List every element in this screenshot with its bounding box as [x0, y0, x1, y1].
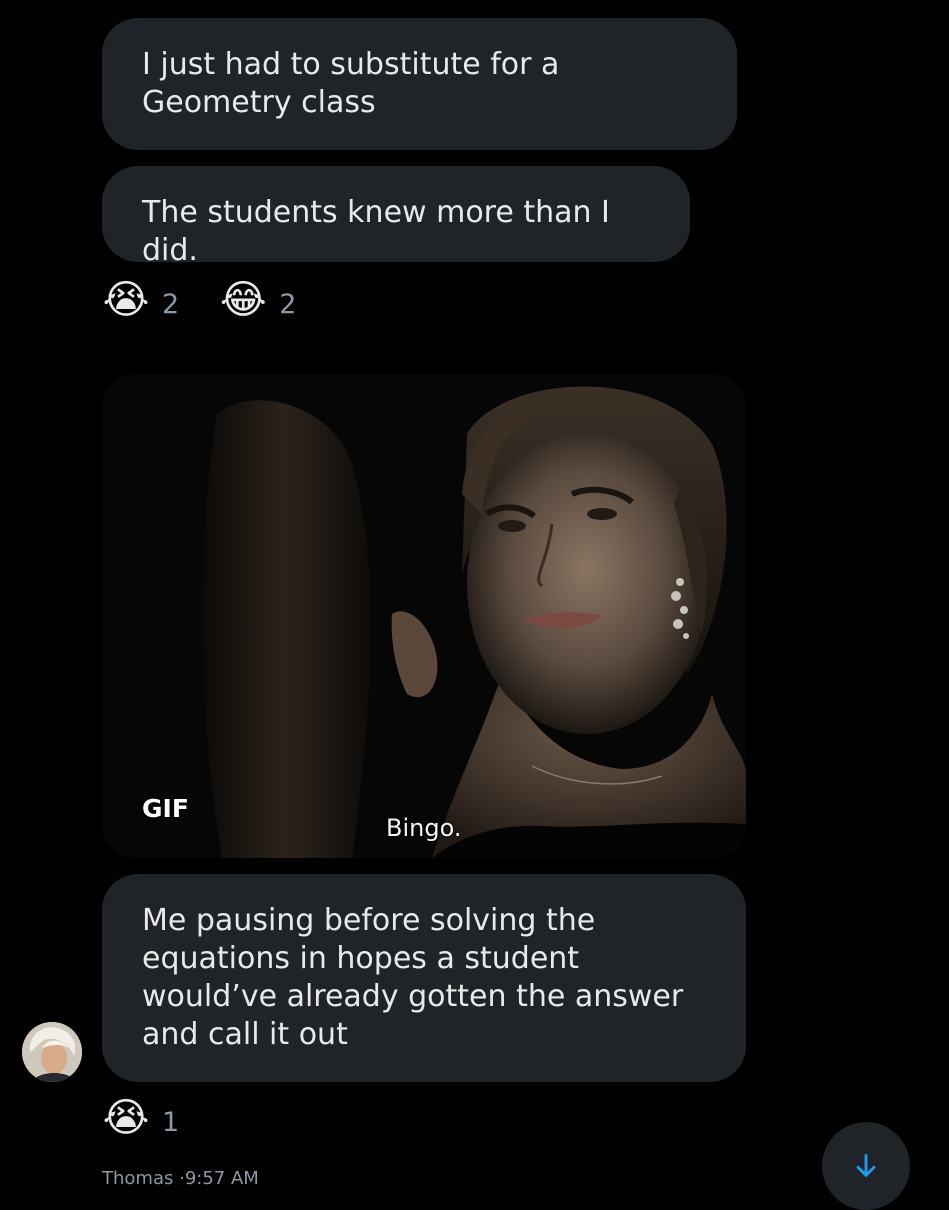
avatar-image — [22, 1022, 82, 1082]
message-bubble[interactable]: I just had to substitute for a Geometry … — [102, 18, 737, 150]
reactions-row: 😭 1 — [102, 1098, 219, 1146]
gif-frame-image — [102, 374, 746, 858]
timestamp: 9:57 AM — [184, 1168, 259, 1189]
reaction-crying[interactable]: 😭 2 — [102, 277, 180, 328]
reaction-count: 2 — [162, 288, 180, 320]
reaction-count: 1 — [162, 1106, 180, 1138]
message-bubble[interactable]: The students knew more than I did. — [102, 166, 690, 268]
arrow-down-icon — [856, 1153, 876, 1177]
gif-message[interactable]: GIF Bingo. — [102, 374, 746, 858]
message-text: The students knew more than I did. — [142, 195, 610, 268]
loudly-crying-face-icon: 😭 — [102, 277, 150, 323]
gif-caption: Bingo. — [386, 814, 462, 842]
message-text: I just had to substitute for a Geometry … — [142, 47, 560, 120]
avatar[interactable] — [22, 1022, 82, 1082]
sender-name: Thomas — [102, 1168, 174, 1189]
scroll-to-bottom-button[interactable] — [822, 1122, 910, 1210]
message-text: Me pausing before solving the equations … — [142, 903, 684, 1052]
tears-of-joy-face-icon: 😂 — [219, 277, 267, 323]
reaction-crying[interactable]: 😭 1 — [102, 1095, 180, 1146]
loudly-crying-face-icon: 😭 — [102, 1095, 150, 1141]
message-bubble[interactable]: Me pausing before solving the equations … — [102, 874, 746, 1082]
reaction-laughing[interactable]: 😂 2 — [219, 277, 297, 328]
gif-badge: GIF — [142, 794, 189, 823]
message-meta: Thomas ·9:57 AM — [102, 1168, 259, 1189]
reactions-row: 😭 2 😂 2 — [102, 280, 336, 328]
reaction-count: 2 — [279, 288, 297, 320]
